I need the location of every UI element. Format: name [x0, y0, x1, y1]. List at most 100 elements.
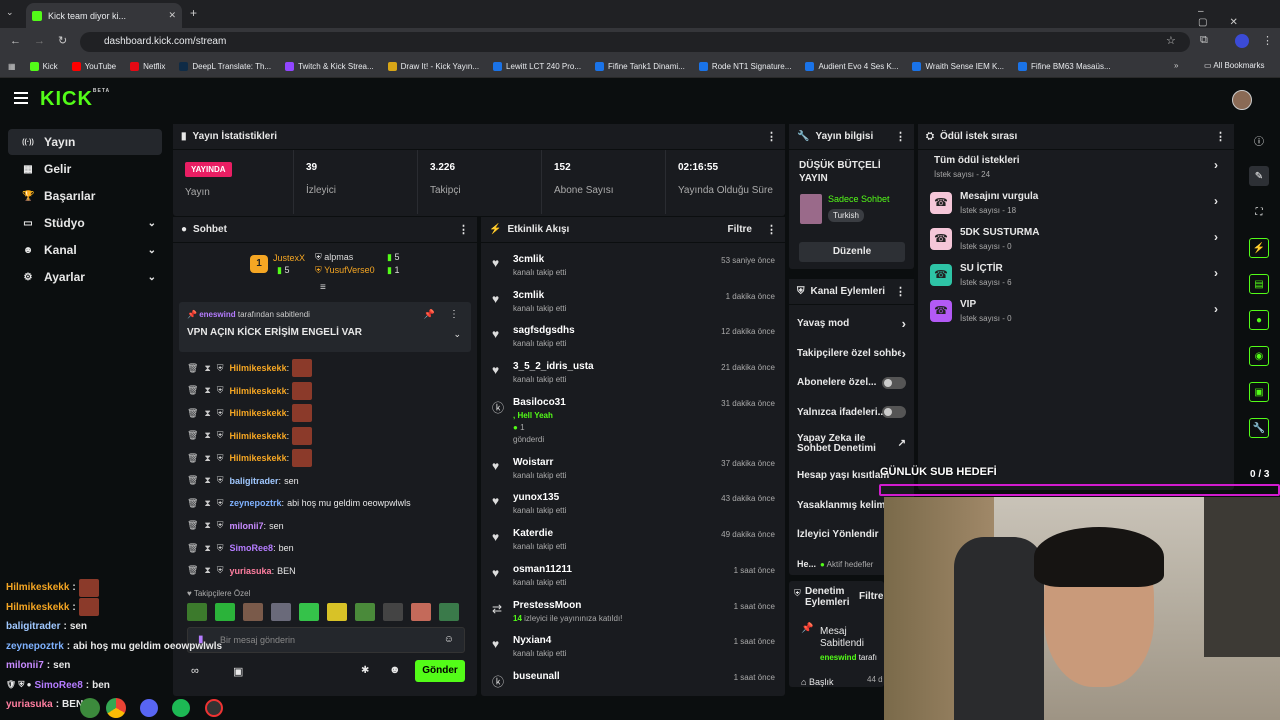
more-bookmarks-icon[interactable]: » [1174, 61, 1178, 70]
emote-6[interactable] [327, 603, 347, 621]
bookmark-item[interactable]: Fifine BM63 Masaüs... [1018, 62, 1111, 71]
pinned-expand-icon[interactable]: ⌄ [453, 329, 461, 340]
moderation-filter-button[interactable]: Filtre [859, 591, 883, 602]
pinned-message[interactable]: 📌 eneswind tarafından sabitlendi VPN AÇI… [179, 302, 471, 352]
gift-rail-icon[interactable]: ▣ [1249, 382, 1269, 402]
chart-rail-icon[interactable]: ▤ [1249, 274, 1269, 294]
channel-actions-menu-icon[interactable]: ⋮ [895, 285, 906, 298]
sidebar-item-2[interactable]: ▦ Gelir [8, 156, 162, 182]
category-thumbnail[interactable] [800, 194, 822, 224]
bookmark-item[interactable]: Fifine Tank1 Dinami... [595, 62, 685, 71]
activity-item[interactable]: ♥ 3cmlik kanalı takip etti 1 dakika önce [481, 286, 785, 322]
chrome-taskbar-icon[interactable] [106, 698, 126, 718]
chat-message[interactable]: 🗑 ⧗ ⛨ Hilmikeskekk: [173, 402, 473, 425]
sidebar-item-3[interactable]: 🏆 Başarılar [8, 183, 162, 209]
browser-tab[interactable]: Kick team diyor ki... ✕ [26, 3, 182, 28]
category-name[interactable]: Sadece Sohbet [828, 194, 890, 204]
activity-item[interactable]: ♥ Nyxian4 kanalı takip etti 1 saat önce [481, 631, 785, 667]
sidebar-item-6[interactable]: ⚙ Ayarlar ⌄ [8, 264, 162, 290]
chat-message[interactable]: 🗑 ⧗ ⛨ Hilmikeskekk: [173, 357, 473, 380]
timeout-icon[interactable]: ⧗ [204, 385, 210, 396]
chat-message[interactable]: 🗑 ⧗ ⛨ zeynepoztrk: abi hoş mu geldim oeowpwl… [173, 492, 473, 515]
activity-item[interactable]: ♥ 3cmlik kanalı takip etti 53 saniye önce [481, 250, 785, 286]
reward-row[interactable]: ☎ VIP İstek sayısı - 0 › [918, 294, 1234, 330]
rewards-menu-icon[interactable]: ⋮ [1215, 130, 1226, 143]
delete-icon[interactable]: 🗑 [187, 430, 198, 441]
address-bar[interactable]: dashboard.kick.com/stream [80, 32, 1190, 52]
info-icon[interactable]: ⓘ [1249, 130, 1269, 150]
toggle-switch[interactable] [882, 376, 906, 389]
chat-message[interactable]: 🗑 ⧗ ⛨ SimoRee8: ben [173, 537, 473, 560]
expand-gifters-icon[interactable]: ≡ [320, 282, 326, 293]
timeout-icon[interactable]: ⧗ [204, 430, 210, 441]
ban-icon[interactable]: ⛨ [217, 498, 224, 509]
bookmark-star-icon[interactable]: ☆ [1166, 34, 1176, 47]
activity-item[interactable]: ♥ sagfsdgsdhs kanalı takip etti 12 dakika ö… [481, 321, 785, 357]
toggle-switch[interactable] [882, 406, 906, 419]
delete-icon[interactable]: 🗑 [187, 453, 198, 464]
ban-icon[interactable]: ⛨ [217, 430, 224, 441]
send-button[interactable]: Gönder [415, 660, 465, 682]
activity-item[interactable]: ♥ Katerdie kanalı takip etti 49 dakika önce [481, 524, 785, 560]
chat-message[interactable]: 🗑 ⧗ ⛨ milonii7: sen [173, 515, 473, 538]
extensions-icon[interactable]: ⧉ [1200, 34, 1208, 47]
apps-grid-icon[interactable]: ▦ [8, 62, 16, 71]
ban-icon[interactable]: ⛨ [217, 363, 224, 374]
bookmark-item[interactable]: Netflix [130, 62, 165, 71]
delete-icon[interactable]: 🗑 [187, 565, 198, 576]
browser-menu-icon[interactable]: ⋮ [1262, 34, 1273, 47]
bookmark-item[interactable]: Kick [29, 62, 58, 71]
user-avatar[interactable] [1232, 90, 1252, 110]
bookmark-item[interactable]: Audient Evo 4 Ses K... [805, 62, 898, 71]
broadcast-rail-icon[interactable]: ◉ [1249, 346, 1269, 366]
new-tab-icon[interactable]: + [190, 6, 197, 20]
delete-icon[interactable]: 🗑 [187, 520, 198, 531]
chat-settings-icon[interactable]: ✱ [361, 665, 369, 676]
chat-username[interactable]: baligitrader [230, 476, 279, 486]
delete-icon[interactable]: 🗑 [187, 363, 198, 374]
activity-item[interactable]: ⓚ Basiloco31, Hell Yeah ● 1 gönderdi 31 daki… [481, 393, 785, 453]
stats-menu-icon[interactable]: ⋮ [766, 130, 777, 143]
timeout-icon[interactable]: ⧗ [204, 475, 210, 486]
reload-icon[interactable]: ↻ [58, 34, 67, 47]
activity-item[interactable]: ♥ yunox135 kanalı takip etti 43 dakika önce [481, 488, 785, 524]
forward-icon[interactable]: → [34, 35, 45, 47]
bookmark-item[interactable]: Draw It! - Kick Yayın... [387, 62, 479, 71]
top-gifter-2[interactable]: ⛨ alpmas [315, 252, 353, 263]
delete-icon[interactable]: 🗑 [187, 498, 198, 509]
channel-action-2[interactable]: Takipçilere özel sohbe › [789, 339, 914, 369]
ban-icon[interactable]: ⛨ [217, 475, 224, 486]
timeout-icon[interactable]: ⧗ [204, 408, 210, 419]
unpin-icon[interactable]: 📌 [424, 309, 435, 320]
tab-close-icon[interactable]: ✕ [168, 10, 176, 21]
ban-icon[interactable]: ⛨ [217, 543, 224, 554]
activity-menu-icon[interactable]: ⋮ [766, 223, 777, 236]
sidebar-item-1[interactable]: ((·)) Yayın [8, 129, 162, 155]
spotify-taskbar-icon[interactable] [172, 699, 190, 717]
sidebar-item-4[interactable]: ▭ Stüdyo ⌄ [8, 210, 162, 236]
chat-rail-icon[interactable]: ● [1249, 310, 1269, 330]
activity-item[interactable]: ♥ osman11211 kanalı takip etti 1 saat önce [481, 560, 785, 596]
reward-row[interactable]: ☎ SU İÇTİR İstek sayısı - 6 › [918, 258, 1234, 294]
chat-username[interactable]: yuriasuka [230, 566, 272, 576]
ban-icon[interactable]: ⛨ [217, 453, 224, 464]
chat-username[interactable]: Hilmikeskekk [230, 363, 287, 373]
profile-avatar[interactable] [1235, 34, 1249, 48]
chat-username[interactable]: SimoRee8 [230, 543, 274, 553]
pinned-menu-icon[interactable]: ⋮ [449, 309, 459, 320]
tools-rail-icon[interactable]: 🔧 [1249, 418, 1269, 438]
chat-username[interactable]: Hilmikeskekk [230, 386, 287, 396]
obs-taskbar-icon[interactable] [205, 699, 223, 717]
chat-username[interactable]: zeynepoztrk [230, 498, 282, 508]
edit-button[interactable]: Düzenle [799, 242, 905, 262]
ban-icon[interactable]: ⛨ [217, 520, 224, 531]
delete-icon[interactable]: 🗑 [187, 385, 198, 396]
delete-icon[interactable]: 🗑 [187, 475, 198, 486]
chat-message[interactable]: 🗑 ⧗ ⛨ baligitrader: sen [173, 470, 473, 493]
delete-icon[interactable]: 🗑 [187, 408, 198, 419]
activity-item[interactable]: ♥ 3_5_2_idris_usta kanalı takip etti 21 dak… [481, 357, 785, 393]
emote-4[interactable] [271, 603, 291, 621]
channel-action-4[interactable]: Yalnızca ifadeleri... [789, 398, 914, 428]
channel-action-5[interactable]: Yapay Zeka ile Sohbet Denetimi ↗ [789, 427, 914, 461]
bookmark-item[interactable]: DeepL Translate: Th... [179, 62, 271, 71]
